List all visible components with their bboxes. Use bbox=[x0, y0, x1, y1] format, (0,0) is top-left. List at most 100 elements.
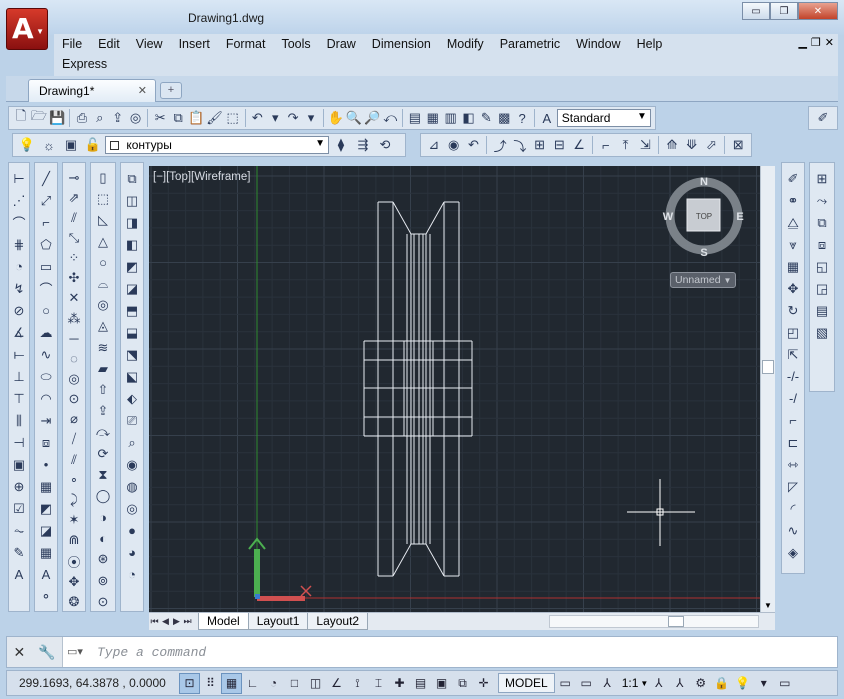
arc-length-icon[interactable]: ↶ bbox=[465, 135, 483, 155]
cylinder-icon[interactable]: ⌓ bbox=[93, 275, 113, 293]
arc-length-icon[interactable]: ⌒ bbox=[9, 213, 29, 232]
inspect-icon[interactable]: ⬀ bbox=[703, 135, 721, 155]
open-icon[interactable]: 🗁 bbox=[31, 108, 47, 128]
menu-express[interactable]: Express bbox=[54, 54, 115, 74]
menu-help[interactable]: Help bbox=[629, 34, 671, 54]
linear-icon[interactable]: ⊢ bbox=[9, 169, 29, 188]
layer-lock-icon[interactable]: 🔓 bbox=[83, 135, 103, 155]
transparency-icon[interactable]: ▤ bbox=[410, 673, 431, 694]
annotation-visibility-icon[interactable]: ⅄ bbox=[648, 673, 669, 694]
subtract-icon[interactable]: ◑ bbox=[93, 508, 113, 526]
zoom-previous-icon[interactable]: ⤺ bbox=[382, 108, 398, 128]
doc-minimize-icon[interactable]: ▁ bbox=[798, 36, 806, 49]
pan-icon[interactable]: ✋ bbox=[328, 108, 344, 128]
continue-icon[interactable]: ⊤ bbox=[9, 389, 29, 408]
menu-tools[interactable]: Tools bbox=[273, 34, 318, 54]
ellipse-arc-icon[interactable]: ◠ bbox=[36, 389, 56, 408]
dyn-icon[interactable]: ⌶ bbox=[368, 673, 389, 694]
render-icon[interactable]: ◔ bbox=[122, 565, 142, 584]
sphere-solid-icon[interactable]: ○ bbox=[93, 254, 113, 272]
nw-iso-icon[interactable]: ⬖ bbox=[122, 389, 142, 408]
plot-icon[interactable]: ⎙ bbox=[74, 108, 90, 128]
annotation-monitor-icon[interactable]: ✛ bbox=[473, 673, 494, 694]
orbit-icon[interactable]: ⦿ bbox=[64, 552, 84, 571]
quick-dim-icon[interactable]: ⌐ bbox=[597, 135, 615, 155]
blend-icon[interactable]: ⤸ bbox=[64, 491, 84, 508]
text-front-icon[interactable]: ▤ bbox=[812, 301, 832, 320]
3d-align-icon[interactable]: ⊙ bbox=[93, 593, 113, 611]
auto-scale-icon[interactable]: ⅄ bbox=[669, 673, 690, 694]
cone-icon[interactable]: △ bbox=[93, 233, 113, 251]
layer-freeze-icon[interactable]: ☼ bbox=[39, 135, 59, 155]
text-style-icon[interactable]: A bbox=[539, 108, 555, 128]
intersect-icon[interactable]: ◐ bbox=[93, 529, 113, 547]
draw-order-icon[interactable]: ⊞ bbox=[812, 169, 832, 188]
3d-osnap-icon[interactable]: ◫ bbox=[305, 673, 326, 694]
scale-icon[interactable]: ◰ bbox=[783, 323, 803, 342]
snap-icon[interactable]: ⠿ bbox=[200, 673, 221, 694]
chamfer-icon[interactable]: ◸ bbox=[783, 477, 803, 496]
isolate-objects-icon[interactable]: ▾ bbox=[753, 673, 774, 694]
front-view-icon[interactable]: ◪ bbox=[122, 279, 142, 298]
vertical-scrollbar[interactable]: ▼ bbox=[760, 166, 775, 612]
grid-icon[interactable]: ▦ bbox=[221, 672, 242, 694]
erase-icon[interactable]: ⊸ bbox=[64, 169, 84, 186]
quick-view-layouts-icon[interactable]: ▭ bbox=[555, 673, 576, 694]
zoom-realtime-icon[interactable]: 🔍 bbox=[346, 108, 362, 128]
ordinate-dim-icon[interactable]: ⤴ bbox=[491, 135, 509, 155]
torus-icon[interactable]: ◎ bbox=[93, 296, 113, 314]
radius-icon[interactable]: ◔ bbox=[9, 257, 29, 276]
markup-icon[interactable]: ✎ bbox=[478, 108, 494, 128]
extend-icon[interactable]: ◎ bbox=[64, 370, 84, 387]
model-space-toggle[interactable]: MODEL bbox=[498, 673, 555, 693]
realistic-icon[interactable]: ● bbox=[122, 521, 142, 540]
stretch-icon[interactable]: ─ bbox=[64, 330, 84, 347]
quick-dimension-icon[interactable]: ⟝ bbox=[9, 345, 29, 364]
quickcalc-icon[interactable]: ▩ bbox=[496, 108, 512, 128]
new-tab-button[interactable]: + bbox=[160, 82, 182, 99]
explode-icon[interactable]: ✶ bbox=[64, 511, 84, 528]
insert-block-icon[interactable]: ⇥ bbox=[36, 411, 56, 430]
erase-icon[interactable]: ✐ bbox=[783, 169, 803, 188]
last-layout-icon[interactable]: ⏭ bbox=[182, 616, 193, 627]
camera-icon[interactable]: ⎚ bbox=[122, 411, 142, 430]
break-icon[interactable]: ⌀ bbox=[64, 411, 84, 428]
union-icon[interactable]: ◯ bbox=[93, 487, 113, 505]
jogged-linear-icon[interactable]: ⏦ bbox=[9, 521, 29, 540]
doc-close-icon[interactable]: ✕ bbox=[825, 36, 834, 49]
hatch-icon[interactable]: ▦ bbox=[36, 477, 56, 496]
curve-icon[interactable]: ⤳ bbox=[812, 191, 832, 210]
center-mark-icon[interactable]: ⟱ bbox=[683, 135, 701, 155]
lineweight-icon[interactable]: ✚ bbox=[389, 673, 410, 694]
magnet-icon[interactable]: ⋒ bbox=[64, 532, 84, 549]
menu-view[interactable]: View bbox=[128, 34, 171, 54]
join-icon[interactable]: ⇿ bbox=[783, 455, 803, 474]
tolerance-icon[interactable]: ⟰ bbox=[663, 135, 681, 155]
minimize-button[interactable]: ▭ bbox=[742, 2, 770, 20]
prev-layout-icon[interactable]: ◀ bbox=[160, 616, 171, 627]
hardware-acceleration-icon[interactable]: 💡 bbox=[732, 673, 753, 694]
conceptual-icon[interactable]: ◕ bbox=[122, 543, 142, 562]
menu-insert[interactable]: Insert bbox=[171, 34, 218, 54]
inspect-icon[interactable]: ☑ bbox=[9, 499, 29, 518]
mirror-icon[interactable]: ⧋ bbox=[783, 213, 803, 232]
new-icon[interactable]: 🗋 bbox=[13, 108, 29, 128]
layer-viewport-icon[interactable]: ▣ bbox=[61, 135, 81, 155]
bring-above-icon[interactable]: ◱ bbox=[812, 257, 832, 276]
copy-object-icon[interactable]: ⇗ bbox=[64, 189, 84, 206]
ordinate-icon[interactable]: ⋕ bbox=[9, 235, 29, 254]
menu-edit[interactable]: Edit bbox=[90, 34, 128, 54]
menu-dimension[interactable]: Dimension bbox=[364, 34, 439, 54]
tab-model[interactable]: Model bbox=[198, 613, 249, 630]
arc-icon[interactable]: ⌒ bbox=[36, 279, 56, 298]
restore-button[interactable]: ❐ bbox=[770, 2, 798, 20]
first-layout-icon[interactable]: ⏮ bbox=[149, 616, 160, 627]
send-under-icon[interactable]: ◲ bbox=[812, 279, 832, 298]
otrack-icon[interactable]: ∠ bbox=[326, 673, 347, 694]
clean-screen-icon[interactable]: ▭ bbox=[774, 673, 795, 694]
send-back-icon[interactable]: ⧈ bbox=[812, 235, 832, 254]
bring-front-icon[interactable]: ⧉ bbox=[812, 213, 832, 232]
menu-modify[interactable]: Modify bbox=[439, 34, 492, 54]
dim-edit-icon[interactable]: ✎ bbox=[9, 543, 29, 562]
named-views-icon[interactable]: ⧉ bbox=[122, 169, 142, 188]
